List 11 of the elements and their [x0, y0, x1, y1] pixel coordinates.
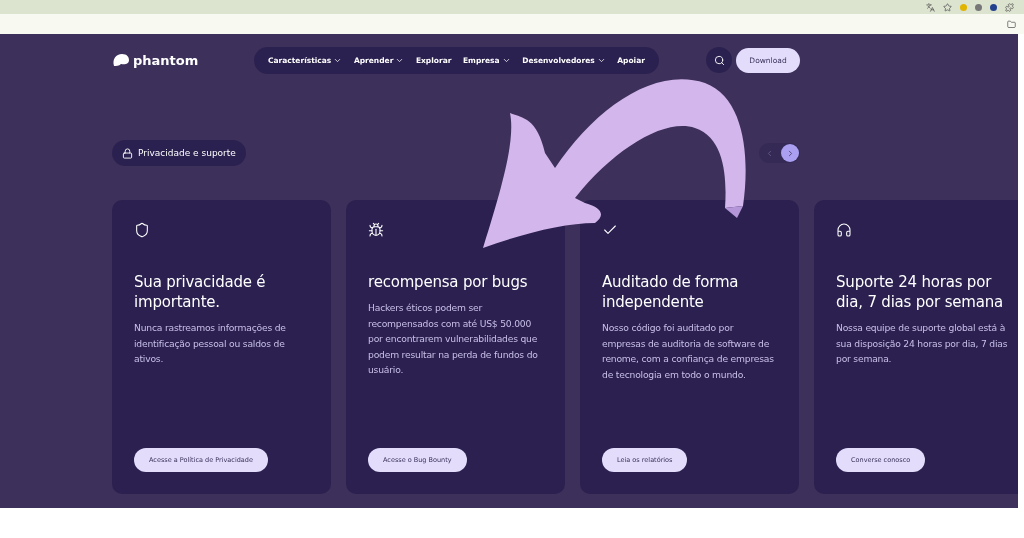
card-title: Auditado de forma independente	[602, 272, 740, 312]
card-text: Nosso código foi auditado por empresas de auditoria de software de renome, com a confiança de empresas de tecnologia em todo o mundo.	[602, 321, 775, 382]
section-tag-text: Privacidade e suporte	[138, 148, 236, 158]
logo[interactable]: phantom	[112, 52, 254, 68]
card-text: Hackers éticos podem ser recompensados com até US$ 50.000 por encontrarem vulnerabilidades que podem resultar na perda de fundos do usuário.	[368, 301, 539, 377]
card-title: recompensa por bugs	[368, 272, 529, 292]
card-text: Nossa equipe de suporte global está à sua disposição 24 horas por dia, 7 dias por semana.	[836, 321, 1009, 366]
card-title: Sua privacidade é importante.	[134, 272, 267, 312]
logo-text: phantom	[133, 52, 199, 68]
card-text: Nunca rastreamos informações de identificação pessoal ou saldos de ativos.	[134, 321, 287, 366]
card-title: Suporte 24 horas por dia, 7 dias por semana	[836, 272, 1004, 312]
